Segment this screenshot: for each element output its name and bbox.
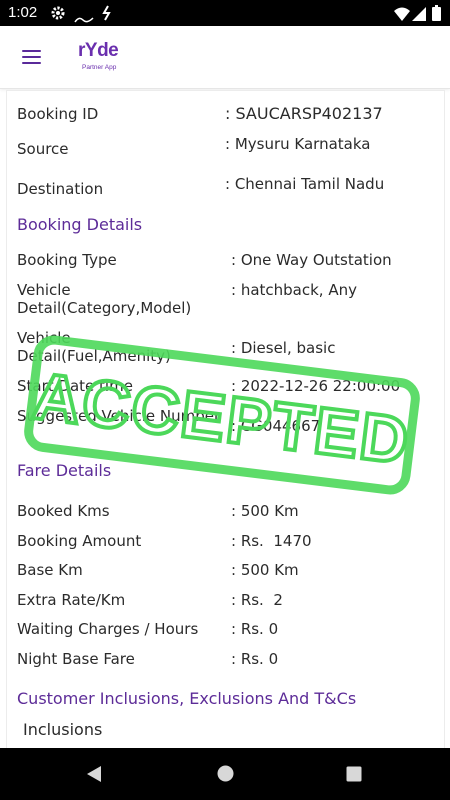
customer-terms-heading: Customer Inclusions, Exclusions And T&Cs: [17, 689, 357, 708]
signal-icon: [412, 6, 426, 25]
app-bar: rYde Partner App: [0, 26, 450, 89]
extra-rate-value: : Rs. 2: [231, 591, 283, 609]
base-km-label: Base Km: [17, 561, 83, 579]
booking-id-value: : SAUCARSP402137: [225, 104, 383, 123]
fare-details-heading: Fare Details: [17, 461, 112, 480]
logo-text: rYde: [78, 40, 119, 61]
extra-rate-label: Extra Rate/Km: [17, 591, 126, 609]
status-time: 1:02: [8, 4, 38, 21]
booking-details-heading: Booking Details: [17, 215, 143, 234]
waiting-charges-value: : Rs. 0: [231, 620, 279, 638]
back-icon[interactable]: [86, 765, 102, 783]
app-logo: rYde Partner App: [78, 40, 138, 76]
booking-type-value: : One Way Outstation: [231, 251, 392, 269]
destination-value: : Chennai Tamil Nadu: [225, 175, 385, 193]
source-value: : Mysuru Karnataka: [225, 135, 371, 153]
booking-type-label: Booking Type: [17, 251, 117, 269]
settings-icon: [50, 5, 66, 25]
night-base-fare-label: Night Base Fare: [17, 650, 135, 668]
menu-icon: [22, 50, 41, 52]
booked-kms-label: Booked Kms: [17, 502, 110, 520]
booking-card: Booking ID : SAUCARSP402137 Source : Mys…: [6, 90, 445, 752]
home-icon[interactable]: [217, 765, 234, 782]
booked-kms-value: : 500 Km: [231, 502, 299, 520]
recents-icon[interactable]: [346, 766, 362, 782]
start-datetime-value: : 2022-12-26 22:00:00: [231, 377, 401, 395]
source-label: Source: [17, 140, 69, 158]
destination-label: Destination: [17, 180, 104, 198]
suggested-vehicle-label: Suggested Vehicle Number: [17, 407, 221, 425]
vehicle-fuel-value: : Diesel, basic: [231, 339, 336, 357]
wifi-icon: [394, 6, 410, 25]
status-bar: 1:02: [0, 0, 450, 26]
menu-button[interactable]: [18, 46, 46, 68]
vehicle-fuel-label: Vehicle Detail(Fuel,Amenity): [17, 329, 171, 365]
booking-id-label: Booking ID: [17, 105, 99, 123]
base-km-value: : 500 Km: [231, 561, 299, 579]
start-datetime-label: Start Date time: [17, 377, 133, 395]
data-sync-icon: [102, 5, 112, 25]
battery-icon: [432, 5, 441, 25]
vehicle-category-label: Vehicle Detail(Category,Model): [17, 281, 192, 317]
booking-amount-label: Booking Amount: [17, 532, 142, 550]
booking-amount-value: : Rs. 1470: [231, 532, 312, 550]
vehicle-category-value: : hatchback, Any: [231, 281, 357, 299]
inclusions-label: Inclusions: [23, 720, 103, 739]
logo-subtitle: Partner App: [82, 64, 117, 71]
night-base-fare-value: : Rs. 0: [231, 650, 279, 668]
navigation-bar: [0, 748, 450, 800]
suggested-vehicle-value: : CG044667: [231, 417, 321, 435]
waiting-charges-label: Waiting Charges / Hours: [17, 620, 199, 638]
